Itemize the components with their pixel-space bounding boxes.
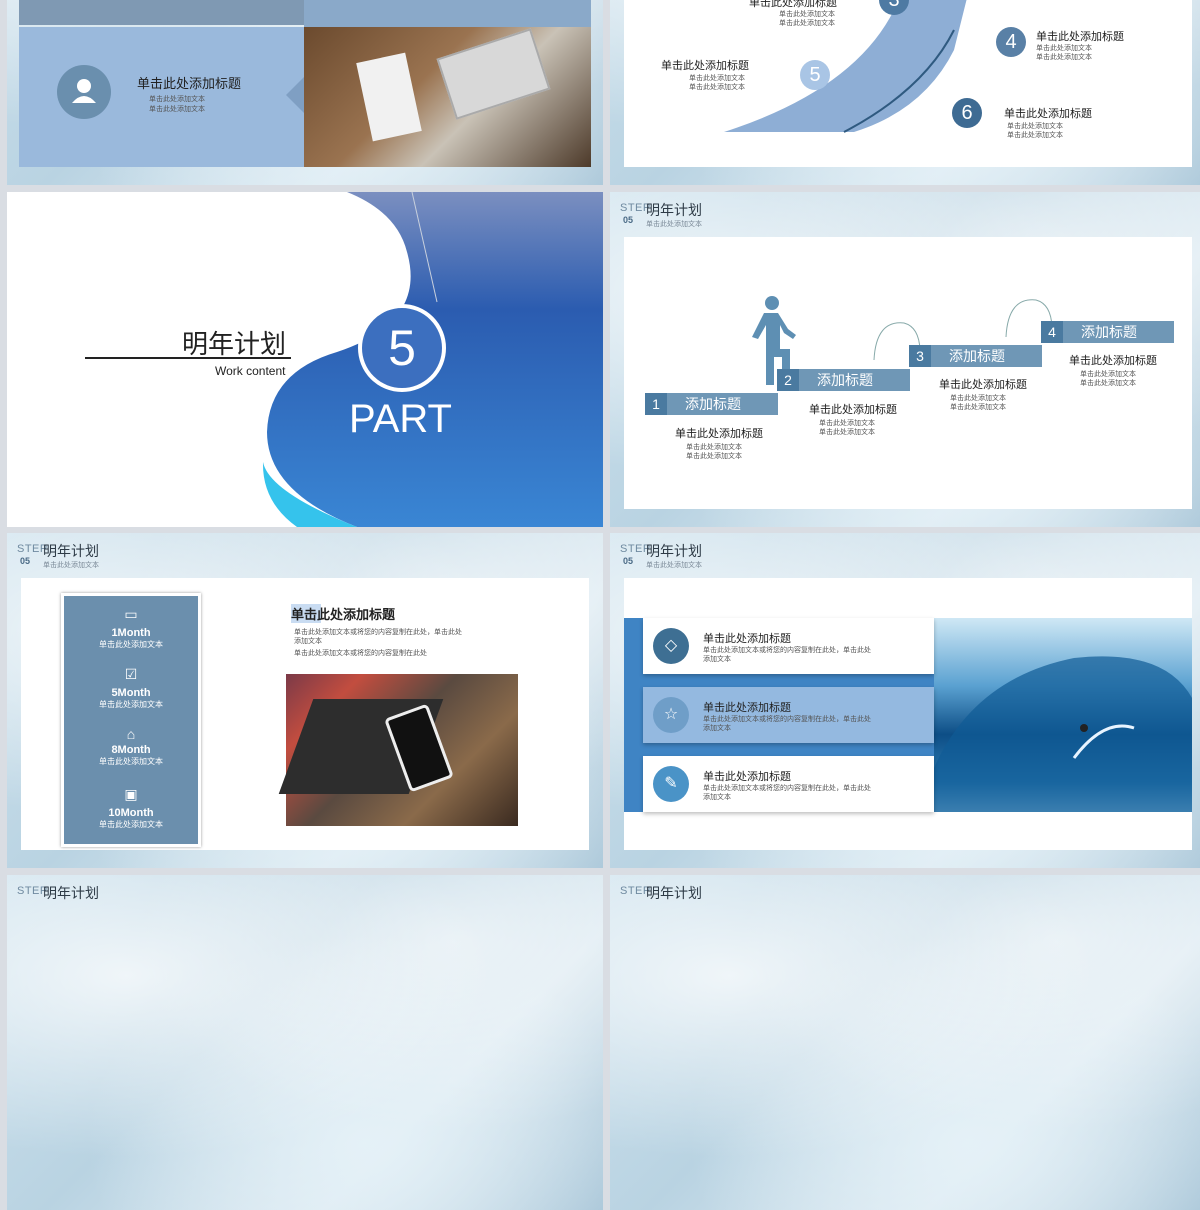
step3-text2: 单击此处添加文本 [779,20,835,27]
business-photo [304,27,591,167]
header-title: 明年计划 [646,543,702,559]
header-num: 05 [20,556,31,566]
feature-row-3: ✎ 单击此处添加标题 单击此处添加文本或将您的内容复制在此处，单击此处 添加文本 [643,756,934,812]
slide-thumbnail-section[interactable]: 明年计划 Work content 5 PART [7,192,603,527]
panel-text-2: 单击此处添加文本 [149,106,205,113]
step4-title: 单击此处添加标题 [1036,31,1124,43]
stair1-text1: 单击此处添加文本 [686,444,742,451]
section-title: 明年计划 [182,329,287,359]
title-panel: 单击此处添加标题 单击此处添加文本 单击此处添加文本 [19,27,304,167]
part-label: PART [349,397,452,441]
content-card: ▭ 1Month 单击此处添加文本 ☑ 5Month 单击此处添加文本 ⌂ 8M… [21,578,589,850]
header-sub: 单击此处添加文本 [43,562,99,569]
stair2-text2: 单击此处添加文本 [819,429,875,436]
step4-text1: 单击此处添加文本 [1036,45,1092,52]
stair-step-1: 1 添加标题 [645,393,778,415]
stair2-text1: 单击此处添加文本 [819,420,875,427]
title-underline [85,357,291,359]
stair2-title: 单击此处添加标题 [809,404,897,416]
surfer-photo [934,618,1192,812]
step6-text2: 单击此处添加文本 [1007,132,1063,139]
stair1-text2: 单击此处添加文本 [686,453,742,460]
stair3-title: 单击此处添加标题 [939,379,1027,391]
timeline-item: ☑ 5Month 单击此处添加文本 [64,666,198,710]
slide-thumbnail-road[interactable]: 3 4 5 6 单击此处添加标题 单击此处添加文本 单击此处添加文本 单击此处添… [610,0,1200,185]
step6-text1: 单击此处添加文本 [1007,123,1063,130]
user-icon [57,65,111,119]
slide-thumbnail-partial-left[interactable]: STEP 明年计划 [7,875,603,1210]
diamond-icon: ◇ [653,628,689,664]
step4-text2: 单击此处添加文本 [1036,54,1092,61]
wave-shape [934,656,1192,812]
stair4-title: 单击此处添加标题 [1069,355,1157,367]
stair3-text1: 单击此处添加文本 [950,395,1006,402]
step-badge-4: 4 [996,27,1026,57]
content-card: ◇ 单击此处添加标题 单击此处添加文本或将您的内容复制在此处，单击此处 添加文本… [624,578,1192,850]
slide-thumbnail-features[interactable]: STEP 05 明年计划 单击此处添加文本 ◇ 单击此处添加标题 单击此处添加文… [610,533,1200,868]
step6-title: 单击此处添加标题 [1004,108,1092,120]
timeline-item: ⌂ 8Month 单击此处添加文本 [64,726,198,767]
step5-text1: 单击此处添加文本 [689,75,745,82]
header-sub: 单击此处添加文本 [646,221,702,228]
stair-step-2: 2 添加标题 [777,369,910,391]
content-text-2: 添加文本 [294,638,322,645]
paper-shape [356,52,422,142]
stair4-text1: 单击此处添加文本 [1080,371,1136,378]
stair4-text2: 单击此处添加文本 [1080,380,1136,387]
header-title: 明年计划 [43,543,99,559]
slide-thumbnail-stairs[interactable]: STEP 05 明年计划 单击此处添加文本 1 添加标题 2 添加标题 3 添加标题 … [610,192,1200,527]
header-num: 05 [623,556,634,566]
blue-panel [304,0,591,27]
content-text-1: 单击此处添加文本或将您的内容复制在此处，单击此处 [294,629,462,636]
ocean-wave-shape [262,192,603,527]
bank-icon: ⌂ [126,726,136,742]
stair-step-4: 4 添加标题 [1041,321,1174,343]
card-icon: ▭ [124,606,138,622]
briefcase-icon: ▣ [124,786,138,802]
check-icon: ☑ [124,666,138,682]
star-shield-icon: ☆ [653,697,689,733]
stair-step-3: 3 添加标题 [909,345,1042,367]
panel-title: 单击此处添加标题 [137,76,242,91]
step5-text2: 单击此处添加文本 [689,84,745,91]
timeline-item: ▣ 10Month 单击此处添加文本 [64,786,198,830]
slide-thumbnail-partial-right[interactable]: STEP 明年计划 [610,875,1200,1210]
header-sub: 单击此处添加文本 [646,562,702,569]
step3-text1: 单击此处添加文本 [779,11,835,18]
laptop-phone-photo [278,674,518,826]
wrench-icon: ✎ [653,766,689,802]
content-text-3: 单击此处添加文本或将您的内容复制在此处 [294,650,427,657]
header-title: 明年计划 [646,202,702,218]
stair3-text2: 单击此处添加文本 [950,404,1006,411]
section-number-circle: 5 [358,304,446,392]
slide-thumbnail-timeline[interactable]: STEP 05 明年计划 单击此处添加文本 ▭ 1Month 单击此处添加文本 … [7,533,603,868]
content-card: 3 4 5 6 单击此处添加标题 单击此处添加文本 单击此处添加文本 单击此处添… [624,0,1192,167]
section-subtitle: Work content [215,364,286,378]
stair1-title: 单击此处添加标题 [675,428,763,440]
photo-placeholder [19,0,304,25]
step3-title: 单击此处添加标题 [749,0,837,9]
step-badge-5: 5 [800,60,830,90]
timeline-item: ▭ 1Month 单击此处添加文本 [64,606,198,650]
panel-text-1: 单击此处添加文本 [149,96,205,103]
timeline-panel: ▭ 1Month 单击此处添加文本 ☑ 5Month 单击此处添加文本 ⌂ 8M… [61,593,201,847]
arrow-notch [286,77,304,113]
step-badge-6: 6 [952,98,982,128]
step5-title: 单击此处添加标题 [661,60,749,72]
feature-row-1: ◇ 单击此处添加标题 单击此处添加文本或将您的内容复制在此处，单击此处 添加文本 [643,618,934,674]
laptop-shape [436,28,551,120]
content-card: 1 添加标题 2 添加标题 3 添加标题 4 添加标题 单击此处添加标题 单击此处添加文… [624,237,1192,509]
feature-row-2: ☆ 单击此处添加标题 单击此处添加文本或将您的内容复制在此处，单击此处 添加文本 [643,687,934,743]
content-title: 单击此处添加标题 [291,604,396,623]
header-title: 明年计划 [646,885,702,901]
header-title: 明年计划 [43,885,99,901]
header-num: 05 [623,215,634,225]
slide-thumbnail-team[interactable]: 单击此处添加标题 单击此处添加文本 单击此处添加文本 [7,0,603,185]
